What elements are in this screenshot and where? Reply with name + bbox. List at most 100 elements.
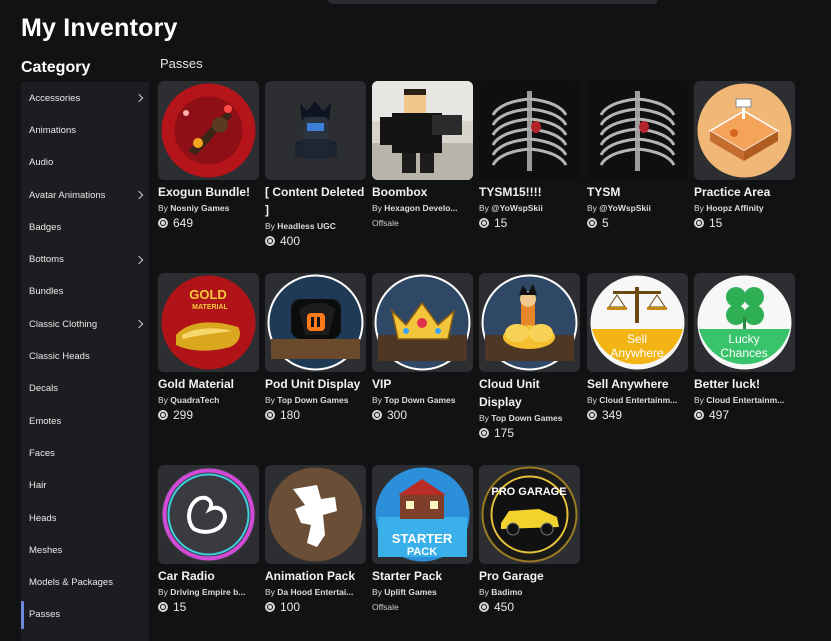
price-value: 5: [602, 216, 609, 230]
item-thumbnail[interactable]: [587, 81, 688, 180]
sidebar-item-badges[interactable]: Badges: [21, 211, 149, 243]
item-name[interactable]: Pod Unit Display: [265, 375, 366, 393]
inventory-card[interactable]: Car Radio By Driving Empire b... 15: [158, 465, 259, 615]
item-name[interactable]: Better luck!: [694, 375, 795, 393]
creator-name-link[interactable]: Top Down Games: [491, 413, 562, 423]
item-thumbnail[interactable]: [372, 273, 473, 372]
creator-name-link[interactable]: Da Hood Entertai...: [277, 587, 353, 597]
item-name[interactable]: VIP: [372, 375, 473, 393]
item-name[interactable]: Sell Anywhere: [587, 375, 688, 393]
item-name[interactable]: TYSM: [587, 183, 688, 201]
item-name[interactable]: [ Content Deleted ]: [265, 183, 366, 219]
item-price: 175: [479, 425, 580, 441]
creator-name-link[interactable]: Cloud Entertainm...: [599, 395, 677, 405]
item-name[interactable]: Animation Pack: [265, 567, 366, 585]
item-thumbnail[interactable]: Sell Anywhere: [587, 273, 688, 372]
item-thumbnail[interactable]: [479, 273, 580, 372]
inventory-card[interactable]: GOLD MATERIAL Gold Material By QuadraTech 2…: [158, 273, 259, 423]
creator-name-link[interactable]: Headless UGC: [277, 221, 336, 231]
top-bar-edge: [328, 0, 658, 4]
creator-name-link[interactable]: Hexagon Develo...: [384, 203, 457, 213]
sidebar-item-classic-clothing[interactable]: Classic Clothing: [21, 308, 149, 340]
inventory-card[interactable]: Practice Area By Hoopz Affinity 15: [694, 81, 795, 231]
creator-name-link[interactable]: Cloud Entertainm...: [706, 395, 784, 405]
sidebar-item-passes[interactable]: Passes: [21, 599, 149, 631]
price-value: 15: [173, 600, 187, 614]
chevron-right-icon[interactable]: [134, 255, 144, 264]
item-name[interactable]: TYSM15!!!!: [479, 183, 580, 201]
item-thumbnail[interactable]: [158, 465, 259, 564]
item-thumbnail[interactable]: [694, 81, 795, 180]
creator-name-link[interactable]: @YoWspSkii: [491, 203, 543, 213]
sidebar-item-faces[interactable]: Faces: [21, 437, 149, 469]
robux-icon: [265, 602, 275, 612]
sidebar-item-avatar-animations[interactable]: Avatar Animations: [21, 179, 149, 211]
item-creator: By QuadraTech: [158, 393, 259, 407]
item-name[interactable]: Boombox: [372, 183, 473, 201]
creator-name-link[interactable]: Top Down Games: [384, 395, 455, 405]
sidebar-item-decals[interactable]: Decals: [21, 373, 149, 405]
sidebar-item-bottoms[interactable]: Bottoms: [21, 243, 149, 275]
inventory-card[interactable]: TYSM15!!!! By @YoWspSkii 15: [479, 81, 580, 231]
chevron-right-icon[interactable]: [134, 93, 144, 103]
inventory-card[interactable]: Boombox By Hexagon Develo... Offsale: [372, 81, 473, 231]
inventory-card[interactable]: Cloud Unit Display By Top Down Games 175: [479, 273, 580, 441]
item-thumbnail[interactable]: GOLD MATERIAL: [158, 273, 259, 372]
inventory-card[interactable]: [ Content Deleted ] By Headless UGC 400: [265, 81, 366, 249]
creator-name-link[interactable]: Hoopz Affinity: [706, 203, 763, 213]
item-creator: By Cloud Entertainm...: [587, 393, 688, 407]
sidebar-item-hair[interactable]: Hair: [21, 470, 149, 502]
creator-name-link[interactable]: Badimo: [491, 587, 522, 597]
robux-icon: [158, 218, 168, 228]
item-name[interactable]: Gold Material: [158, 375, 259, 393]
sidebar-item-bundles[interactable]: Bundles: [21, 276, 149, 308]
item-name[interactable]: Cloud Unit Display: [479, 375, 580, 411]
inventory-card[interactable]: Animation Pack By Da Hood Entertai... 100: [265, 465, 366, 615]
sidebar-item-label: Decals: [29, 383, 59, 395]
inventory-card[interactable]: Lucky Chances Better luck! By Cloud Entert…: [694, 273, 795, 423]
offsale-label: Offsale: [372, 218, 399, 228]
price-value: 649: [173, 216, 194, 230]
price-value: 300: [387, 408, 408, 422]
inventory-card[interactable]: STARTER PACK Starter Pack By Uplift Games O…: [372, 465, 473, 615]
inventory-card[interactable]: Exogun Bundle! By Nosniy Games 649: [158, 81, 259, 231]
creator-name-link[interactable]: Nosniy Games: [170, 203, 229, 213]
robux-icon: [479, 602, 489, 612]
item-name[interactable]: Pro Garage: [479, 567, 580, 585]
svg-text:Chances: Chances: [720, 346, 767, 360]
sidebar-item-label: Heads: [29, 512, 57, 524]
item-thumbnail[interactable]: PRO GARAGE: [479, 465, 580, 564]
sidebar-item-heads[interactable]: Heads: [21, 502, 149, 534]
inventory-card[interactable]: VIP By Top Down Games 300: [372, 273, 473, 423]
creator-name-link[interactable]: @YoWspSkii: [599, 203, 651, 213]
item-thumbnail[interactable]: [265, 465, 366, 564]
item-thumbnail[interactable]: [372, 81, 473, 180]
item-thumbnail[interactable]: [265, 273, 366, 372]
sidebar-item-animations[interactable]: Animations: [21, 114, 149, 146]
sidebar-item-models-packages[interactable]: Models & Packages: [21, 566, 149, 598]
sidebar-item-emotes[interactable]: Emotes: [21, 405, 149, 437]
chevron-right-icon[interactable]: [134, 190, 144, 200]
creator-name-link[interactable]: Top Down Games: [277, 395, 348, 405]
item-thumbnail[interactable]: [479, 81, 580, 180]
sidebar-item-audio[interactable]: Audio: [21, 147, 149, 179]
inventory-card[interactable]: Pod Unit Display By Top Down Games 180: [265, 273, 366, 423]
item-name[interactable]: Car Radio: [158, 567, 259, 585]
sidebar-item-accessories[interactable]: Accessories: [21, 82, 149, 114]
creator-name-link[interactable]: QuadraTech: [170, 395, 219, 405]
chevron-right-icon[interactable]: [134, 319, 144, 329]
creator-name-link[interactable]: Driving Empire b...: [170, 587, 245, 597]
item-name[interactable]: Exogun Bundle!: [158, 183, 259, 201]
item-name[interactable]: Starter Pack: [372, 567, 473, 585]
item-name[interactable]: Practice Area: [694, 183, 795, 201]
item-thumbnail[interactable]: [158, 81, 259, 180]
sidebar-item-classic-heads[interactable]: Classic Heads: [21, 340, 149, 372]
item-thumbnail[interactable]: Lucky Chances: [694, 273, 795, 372]
inventory-card[interactable]: TYSM By @YoWspSkii 5: [587, 81, 688, 231]
sidebar-item-meshes[interactable]: Meshes: [21, 534, 149, 566]
item-thumbnail[interactable]: STARTER PACK: [372, 465, 473, 564]
inventory-card[interactable]: PRO GARAGE Pro Garage By Badimo 450: [479, 465, 580, 615]
creator-name-link[interactable]: Uplift Games: [384, 587, 436, 597]
inventory-card[interactable]: Sell Anywhere Sell Anywhere By Cloud Enter…: [587, 273, 688, 423]
item-thumbnail[interactable]: [265, 81, 366, 180]
